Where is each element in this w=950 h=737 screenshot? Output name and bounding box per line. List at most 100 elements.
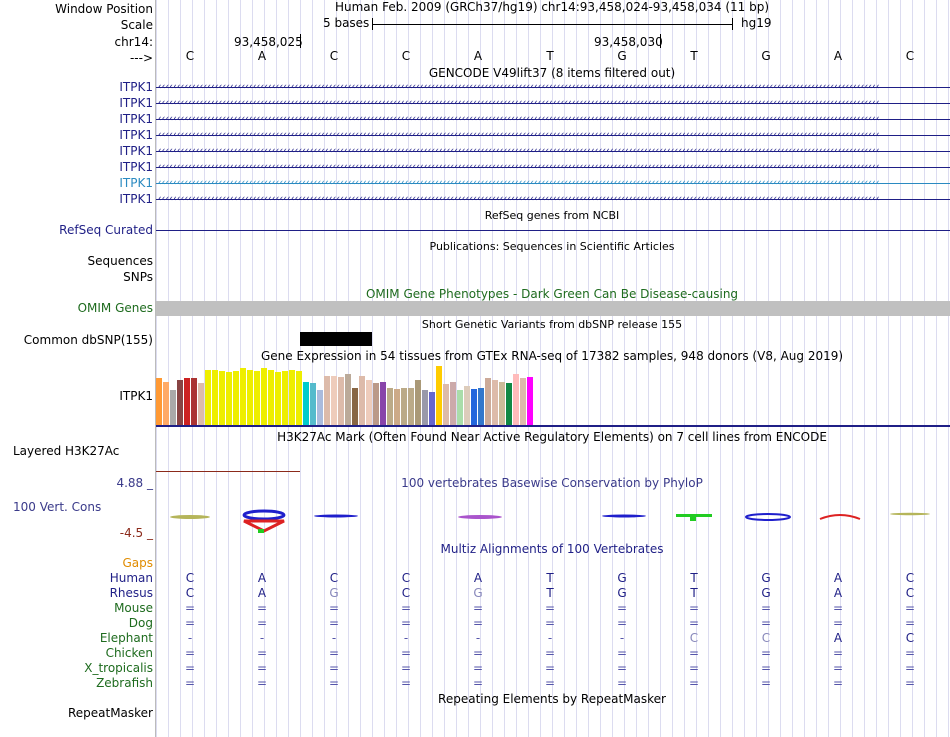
gtex-label[interactable]: ITPK1 <box>119 389 153 403</box>
gtex-tissue-bar[interactable] <box>464 386 470 425</box>
gencode-item-label[interactable]: ITPK1 <box>119 128 153 142</box>
gaps-label[interactable]: Gaps <box>122 556 153 570</box>
alignment-base: T <box>690 571 698 585</box>
gencode-item-label[interactable]: ITPK1 <box>119 144 153 158</box>
gtex-tissue-bar[interactable] <box>247 370 253 425</box>
gtex-tissue-bar[interactable] <box>457 390 463 425</box>
gtex-tissue-bar[interactable] <box>261 368 267 425</box>
gtex-tissue-bar[interactable] <box>415 380 421 425</box>
gencode-item-label[interactable]: ITPK1 <box>119 96 153 110</box>
gtex-tissue-bar[interactable] <box>394 389 400 425</box>
gtex-tissue-bar[interactable] <box>450 382 456 425</box>
gtex-tissue-bar[interactable] <box>296 371 302 425</box>
gencode-title[interactable]: GENCODE V49lift37 (8 items filtered out) <box>429 66 675 80</box>
gtex-tissue-bar[interactable] <box>275 372 281 425</box>
genome-browser-image[interactable]: Window Position Scale chr14: ---> ITPK1 I… <box>0 0 950 737</box>
species-label[interactable]: Chicken <box>106 646 153 660</box>
omim-feature[interactable] <box>156 301 950 316</box>
gtex-tissue-bar[interactable] <box>163 382 169 425</box>
gencode-item-label[interactable]: ITPK1 <box>119 176 153 190</box>
gtex-tissue-bar[interactable] <box>177 380 183 425</box>
h3k27ac-title[interactable]: H3K27Ac Mark (Often Found Near Active Re… <box>277 430 827 444</box>
alignment-base: = <box>544 646 556 660</box>
gtex-tissue-bar[interactable] <box>338 377 344 425</box>
gtex-tissue-bar[interactable] <box>380 382 386 425</box>
phylop-label[interactable]: 100 Vert. Cons <box>13 500 101 514</box>
alignment-base: = <box>616 601 628 615</box>
species-label[interactable]: Dog <box>129 616 153 630</box>
species-label[interactable]: Human <box>110 571 153 585</box>
gtex-tissue-bar[interactable] <box>422 390 428 425</box>
gtex-tissue-bar[interactable] <box>373 383 379 425</box>
gtex-tissue-bar[interactable] <box>324 376 330 425</box>
gtex-tissue-bar[interactable] <box>254 371 260 425</box>
gtex-tissue-bar[interactable] <box>233 371 239 425</box>
gtex-tissue-bar[interactable] <box>352 388 358 425</box>
sequences-label[interactable]: Sequences <box>88 254 153 268</box>
alignment-base: C <box>401 571 411 585</box>
gtex-tissue-bar[interactable] <box>366 380 372 425</box>
gtex-tissue-bar[interactable] <box>198 383 204 425</box>
alignment-base: - <box>403 631 409 645</box>
refseq-feature[interactable] <box>156 230 950 231</box>
species-label[interactable]: Zebrafish <box>96 676 153 690</box>
gtex-tissue-bar[interactable] <box>436 366 442 425</box>
gtex-tissue-bar[interactable] <box>289 370 295 425</box>
gtex-tissue-bar[interactable] <box>331 376 337 425</box>
gtex-tissue-bar[interactable] <box>387 388 393 425</box>
gtex-tissue-bar[interactable] <box>443 384 449 425</box>
gencode-item-label[interactable]: ITPK1 <box>119 160 153 174</box>
gtex-tissue-bar[interactable] <box>492 380 498 425</box>
species-label[interactable]: Elephant <box>100 631 153 645</box>
gtex-title[interactable]: Gene Expression in 54 tissues from GTEx … <box>261 349 843 363</box>
gencode-item-label[interactable]: ITPK1 <box>119 80 153 94</box>
gtex-tissue-bar[interactable] <box>478 388 484 425</box>
gtex-tissue-bar[interactable] <box>520 378 526 425</box>
gtex-tissue-bar[interactable] <box>408 388 414 425</box>
omim-title[interactable]: OMIM Gene Phenotypes - Dark Green Can Be… <box>366 287 738 301</box>
gtex-tissue-bar[interactable] <box>310 383 316 425</box>
gtex-tissue-bar[interactable] <box>156 378 162 425</box>
gtex-tissue-bar[interactable] <box>170 390 176 425</box>
gtex-tissue-bar[interactable] <box>219 371 225 425</box>
species-label[interactable]: X_tropicalis <box>84 661 153 675</box>
dbsnp-title[interactable]: Short Genetic Variants from dbSNP releas… <box>422 318 682 332</box>
gtex-tissue-bar[interactable] <box>485 378 491 425</box>
gtex-tissue-bar[interactable] <box>282 371 288 425</box>
repeatmasker-label[interactable]: RepeatMasker <box>68 706 153 720</box>
phylop-title[interactable]: 100 vertebrates Basewise Conservation by… <box>401 476 703 490</box>
gtex-tissue-bar[interactable] <box>401 388 407 425</box>
gtex-tissue-bar[interactable] <box>506 383 512 425</box>
gtex-tissue-bar[interactable] <box>513 374 519 425</box>
gtex-tissue-bar[interactable] <box>212 370 218 425</box>
gtex-tissue-bar[interactable] <box>499 382 505 425</box>
gtex-tissue-bar[interactable] <box>226 372 232 425</box>
multiz-title[interactable]: Multiz Alignments of 100 Vertebrates <box>440 542 663 556</box>
gtex-tissue-bar[interactable] <box>240 368 246 425</box>
gtex-tissue-bar[interactable] <box>205 370 211 425</box>
gtex-tissue-bar[interactable] <box>359 376 365 425</box>
gtex-tissue-bar[interactable] <box>527 377 533 425</box>
gencode-item-label[interactable]: ITPK1 <box>119 112 153 126</box>
gtex-tissue-bar[interactable] <box>268 370 274 425</box>
dbsnp-feature[interactable] <box>300 332 372 346</box>
dbsnp-label[interactable]: Common dbSNP(155) <box>24 333 153 347</box>
gtex-bar-chart[interactable] <box>156 362 950 430</box>
publications-title[interactable]: Publications: Sequences in Scientific Ar… <box>430 240 675 254</box>
species-label[interactable]: Rhesus <box>110 586 153 600</box>
h3k27ac-label[interactable]: Layered H3K27Ac <box>13 444 119 458</box>
repeatmasker-title[interactable]: Repeating Elements by RepeatMasker <box>438 692 666 706</box>
refseq-label[interactable]: RefSeq Curated <box>59 223 153 237</box>
species-label[interactable]: Mouse <box>114 601 153 615</box>
omim-label[interactable]: OMIM Genes <box>78 301 153 315</box>
gtex-tissue-bar[interactable] <box>345 374 351 425</box>
gtex-tissue-bar[interactable] <box>317 390 323 425</box>
gtex-tissue-bar[interactable] <box>471 389 477 425</box>
gtex-tissue-bar[interactable] <box>184 378 190 425</box>
gtex-tissue-bar[interactable] <box>303 382 309 425</box>
refseq-title[interactable]: RefSeq genes from NCBI <box>485 209 620 223</box>
gtex-tissue-bar[interactable] <box>191 378 197 425</box>
gencode-item-label[interactable]: ITPK1 <box>119 192 153 206</box>
gtex-tissue-bar[interactable] <box>429 392 435 425</box>
snps-label[interactable]: SNPs <box>123 270 153 284</box>
